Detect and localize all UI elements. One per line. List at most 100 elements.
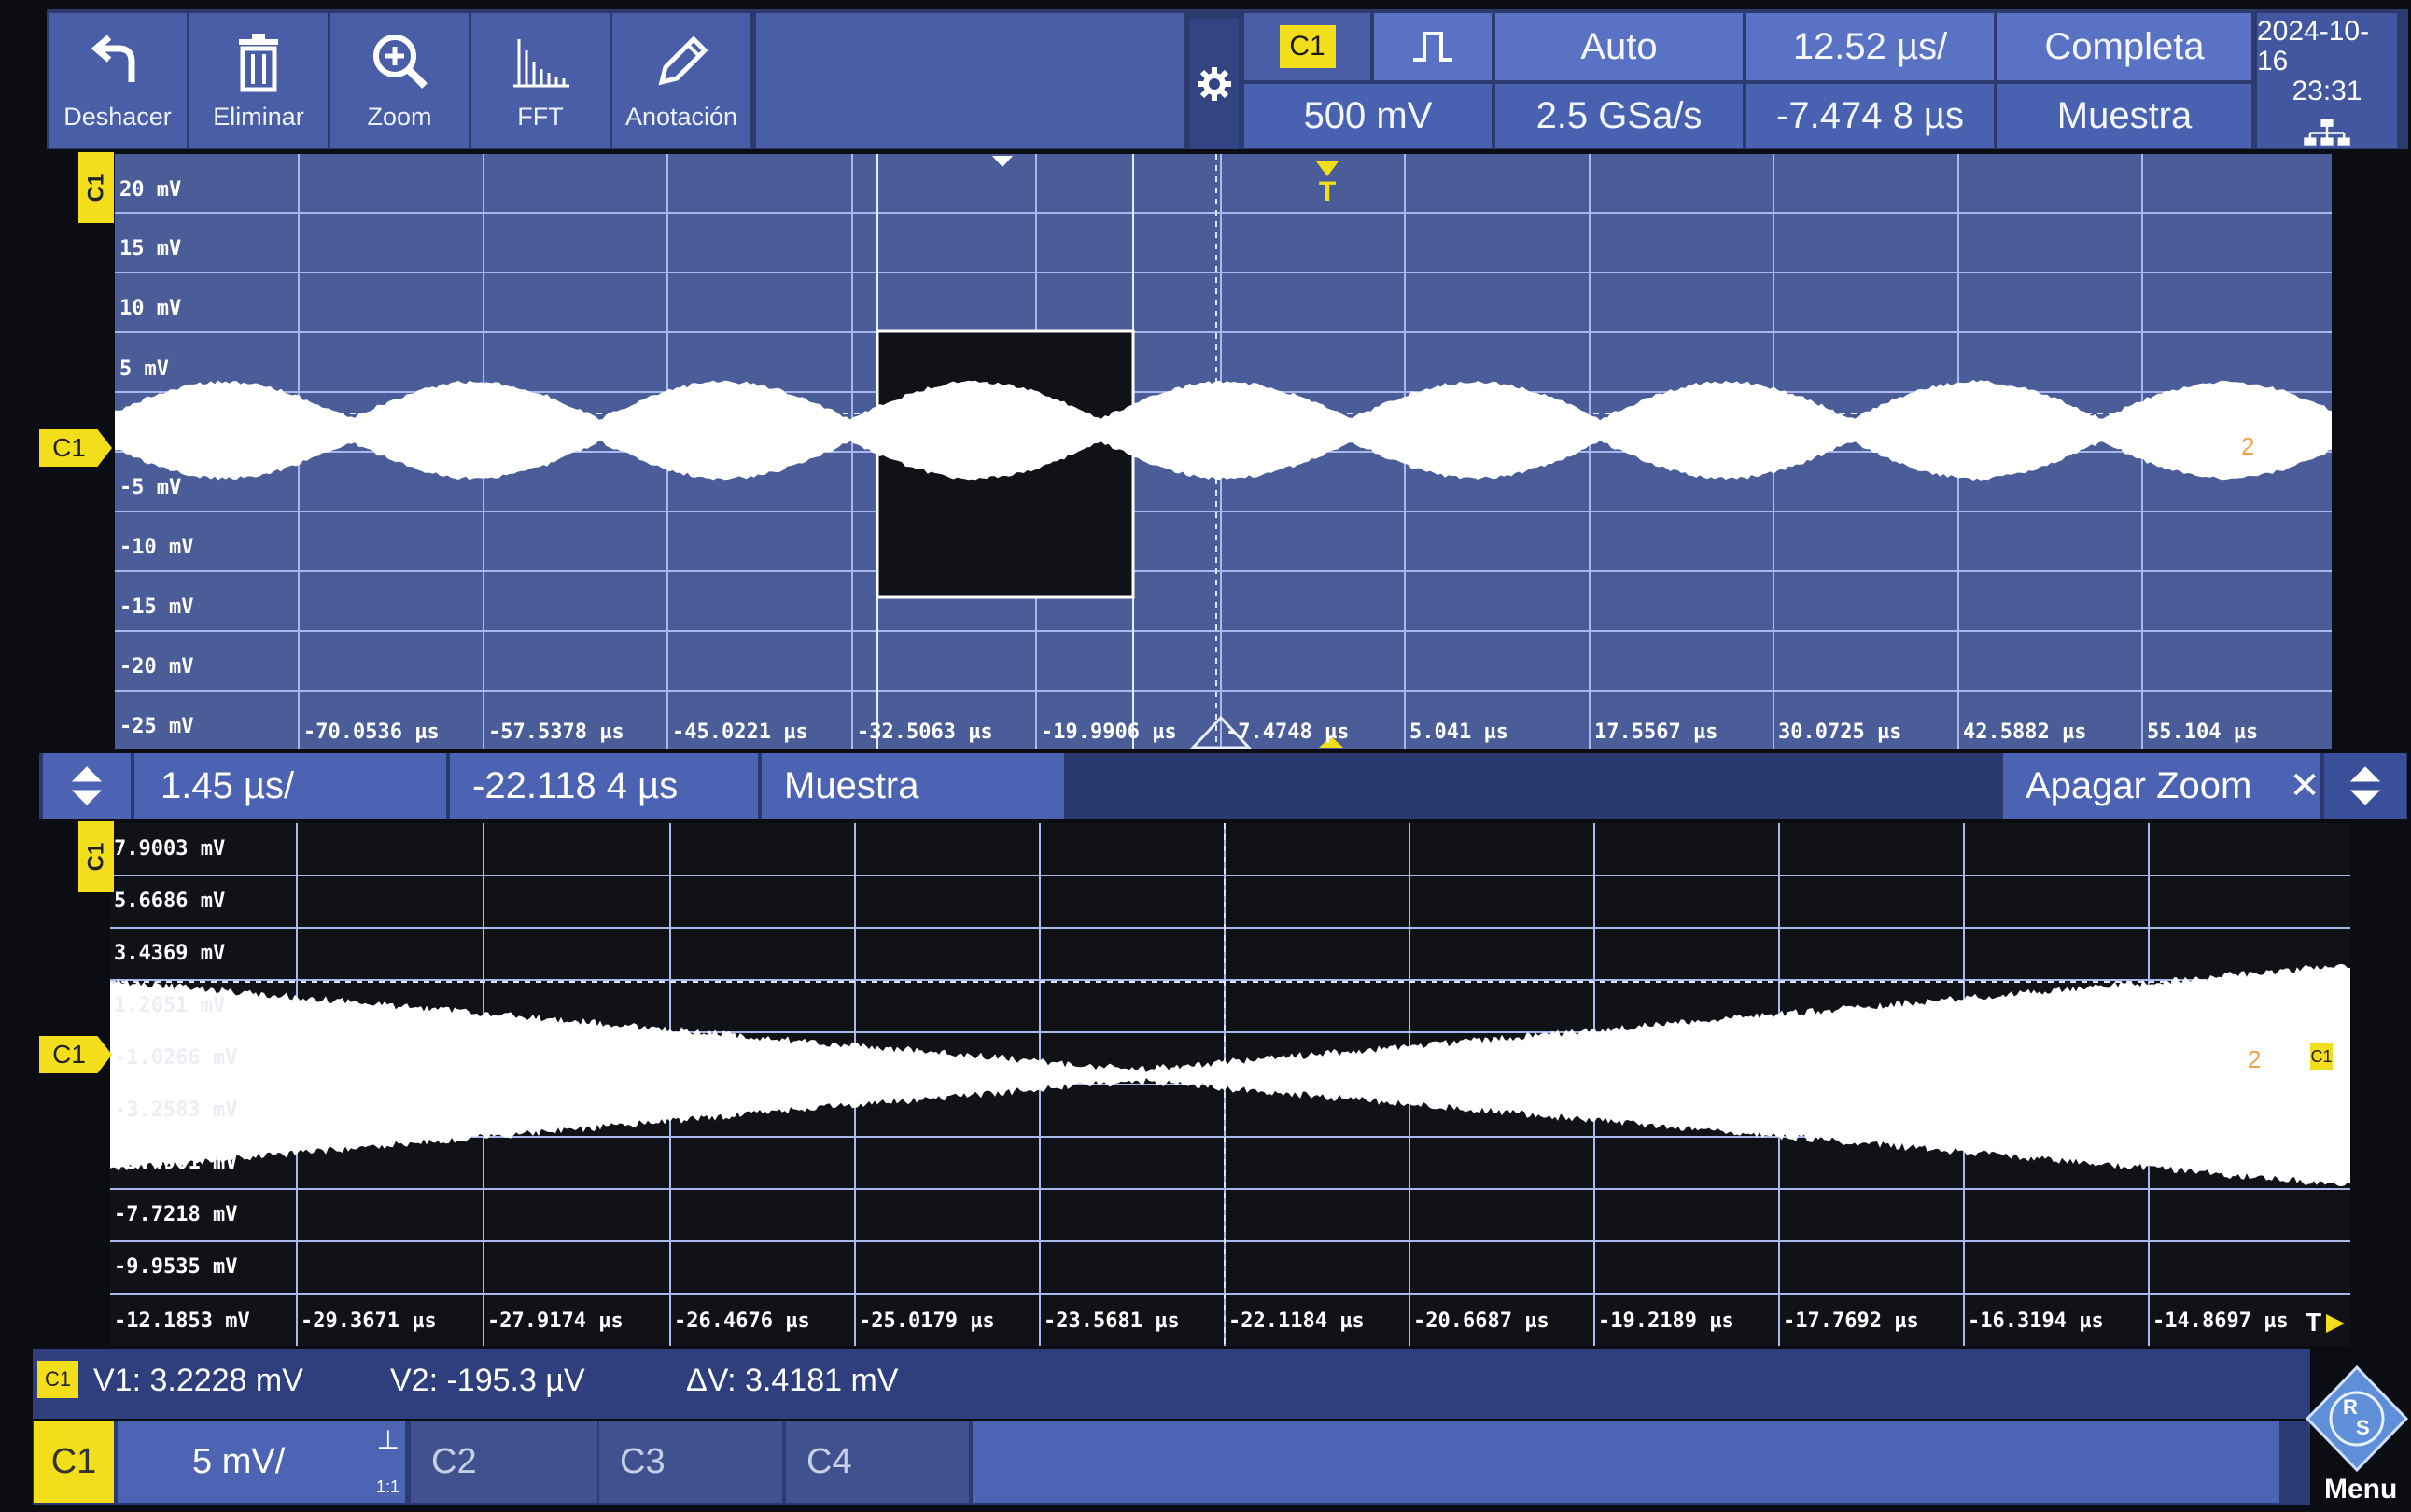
trigger-mode-button[interactable]: Auto xyxy=(1495,13,1743,80)
fft-button[interactable]: FFT xyxy=(471,13,610,148)
up-down-arrows-icon xyxy=(70,764,104,807)
vscale-value: 500 mV xyxy=(1304,95,1433,137)
close-icon: ✕ xyxy=(2289,764,2320,807)
position-button[interactable]: -7.474 8 µs xyxy=(1746,84,1994,148)
channel-c2-button[interactable]: C2 xyxy=(411,1421,597,1503)
date-time: 2024-10-16 23:31 xyxy=(2257,13,2397,148)
zoom-y-label: 1.2051 mV xyxy=(114,994,225,1017)
zoom-resize-button[interactable] xyxy=(2324,753,2406,819)
zoom-timebase-button[interactable]: 1.45 µs/ xyxy=(134,753,446,819)
main-y-label: -25 mV xyxy=(119,715,193,738)
cursor-v2: V2: -195.3 µV xyxy=(390,1363,585,1399)
zoom-offset-label: C1 xyxy=(52,1040,86,1070)
acq-mode-button[interactable]: Completa xyxy=(1997,13,2251,80)
up-down-arrows-icon xyxy=(2348,764,2382,807)
trigger-label: T xyxy=(1319,176,1336,207)
zoom-y-label: -1.0266 mV xyxy=(114,1046,237,1070)
main-x-label: 42.5882 µs xyxy=(1963,721,2086,744)
pulse-trigger-icon xyxy=(1409,28,1456,65)
svg-text:S: S xyxy=(2356,1416,2370,1439)
undo-button[interactable]: Deshacer xyxy=(49,13,187,148)
main-x-label: 5.041 µs xyxy=(1409,721,1508,744)
zoom-collapse-button[interactable] xyxy=(43,753,131,819)
channel-c1-button[interactable]: C1 xyxy=(34,1421,114,1503)
delete-label: Eliminar xyxy=(213,103,304,132)
channel-chip-slot[interactable]: C1 xyxy=(1244,13,1370,80)
acq-mode: Completa xyxy=(2044,26,2204,68)
measurement-bar xyxy=(33,1349,2310,1419)
zoom-window-top-marker xyxy=(992,156,1013,167)
delete-button[interactable]: Eliminar xyxy=(189,13,328,148)
main-x-labels: -70.0536 µs -57.5378 µs -45.0221 µs -32.… xyxy=(303,721,2258,744)
zoom-button[interactable]: Zoom xyxy=(330,13,469,148)
probe-ratio: 1:1 xyxy=(376,1477,399,1497)
main-y-label: -20 mV xyxy=(119,655,193,679)
main-y-label: -5 mV xyxy=(119,476,181,499)
undo-icon xyxy=(85,30,150,95)
channel-c3-button[interactable]: C3 xyxy=(599,1421,782,1503)
sample-rate: 2.5 GSa/s xyxy=(1536,95,1703,137)
zoom-x-label: -23.5681 µs xyxy=(1044,1309,1180,1333)
sample-mode: Muestra xyxy=(2057,95,2193,137)
zoom-channel-offset-marker[interactable]: C1 xyxy=(39,1036,112,1073)
main-y-label: 20 mV xyxy=(119,178,181,202)
channel-c1-scale: 5 mV/ xyxy=(192,1442,285,1482)
sample-mode-button[interactable]: Muestra xyxy=(1997,84,2251,148)
main-x-label: -19.9906 µs xyxy=(1041,721,1177,744)
zoom-y-label: -9.9535 mV xyxy=(114,1255,237,1279)
menu-button[interactable]: R S Menu xyxy=(2304,1349,2411,1507)
cursor-2-marker: 2 xyxy=(2241,432,2254,460)
main-x-label: -45.0221 µs xyxy=(672,721,808,744)
trigger-mode: Auto xyxy=(1580,26,1657,68)
zoom-x-label: -26.4676 µs xyxy=(674,1309,810,1333)
zoom-position-button[interactable]: -22.118 4 µs xyxy=(450,753,758,819)
main-channel-side-label: C1 xyxy=(83,174,109,203)
zoom-off-button[interactable]: Apagar Zoom ✕ xyxy=(2003,753,2320,819)
zoom-sample-button[interactable]: Muestra xyxy=(762,753,1064,819)
zoom-y-label: -7.7218 mV xyxy=(114,1203,237,1226)
channel-c1-scale-button[interactable]: 5 mV/ ⊥ 1:1 xyxy=(118,1421,405,1503)
zoom-sample: Muestra xyxy=(784,765,919,807)
vscale-button[interactable]: 500 mV xyxy=(1244,84,1492,148)
fft-icon xyxy=(508,30,573,95)
main-plot[interactable]: T 20 mV 15 mV 10 mV 5 mV 0 V -5 mV -10 m… xyxy=(115,154,2332,749)
zoom-x-label: -29.3671 µs xyxy=(301,1309,437,1333)
annotation-button[interactable]: Anotación xyxy=(612,13,750,148)
trigger-right-arrow-icon xyxy=(2326,1314,2345,1333)
zoom-x-label: -14.8697 µs xyxy=(2152,1309,2289,1333)
zoom-y-label: 3.4369 mV xyxy=(114,942,225,965)
trigger-type-button[interactable] xyxy=(1374,13,1492,80)
cursor-delta-v: ΔV: 3.4181 mV xyxy=(686,1363,898,1399)
timebase-value: 12.52 µs/ xyxy=(1793,26,1947,68)
main-channel-offset-marker[interactable]: C1 xyxy=(39,429,112,467)
zoom-right-tag-label: C1 xyxy=(2310,1047,2332,1067)
channel-c3-label: C3 xyxy=(620,1442,666,1482)
main-waveform-trace xyxy=(115,380,2332,481)
date: 2024-10-16 xyxy=(2257,17,2397,77)
zoom-icon xyxy=(367,30,432,95)
main-offset-label: C1 xyxy=(52,433,86,463)
main-x-label: -32.5063 µs xyxy=(857,721,993,744)
zoom-channel-side-label: C1 xyxy=(83,843,109,872)
channel-c4-button[interactable]: C4 xyxy=(786,1421,969,1503)
main-x-label: -57.5378 µs xyxy=(488,721,624,744)
fft-label: FFT xyxy=(517,103,563,132)
cursor-v1: V1: 3.2228 mV xyxy=(93,1363,303,1399)
zoom-timebase: 1.45 µs/ xyxy=(161,765,294,807)
main-x-label: -70.0536 µs xyxy=(303,721,440,744)
main-x-label: 55.104 µs xyxy=(2147,721,2258,744)
zoom-plot-canvas: 7.9003 mV 5.6686 mV 3.4369 mV 1.2051 mV … xyxy=(110,823,2350,1346)
annotation-label: Anotación xyxy=(625,103,737,132)
zoom-y-label: -3.2583 mV xyxy=(114,1099,237,1122)
channel-chip: C1 xyxy=(1280,25,1336,68)
timebase-button[interactable]: 12.52 µs/ xyxy=(1746,13,1994,80)
channel-c4-label: C4 xyxy=(806,1442,852,1482)
sample-rate-button[interactable]: 2.5 GSa/s xyxy=(1495,84,1743,148)
zoom-y-label: 5.6686 mV xyxy=(114,889,225,913)
main-y-label: 0 V xyxy=(119,416,157,440)
zoom-off-label: Apagar Zoom xyxy=(2026,765,2251,807)
zoom-waveform-trace xyxy=(110,964,2350,1186)
toolbar-empty-slot xyxy=(756,13,1184,148)
zoom-plot[interactable]: 7.9003 mV 5.6686 mV 3.4369 mV 1.2051 mV … xyxy=(110,823,2350,1346)
settings-button[interactable] xyxy=(1190,19,1239,149)
